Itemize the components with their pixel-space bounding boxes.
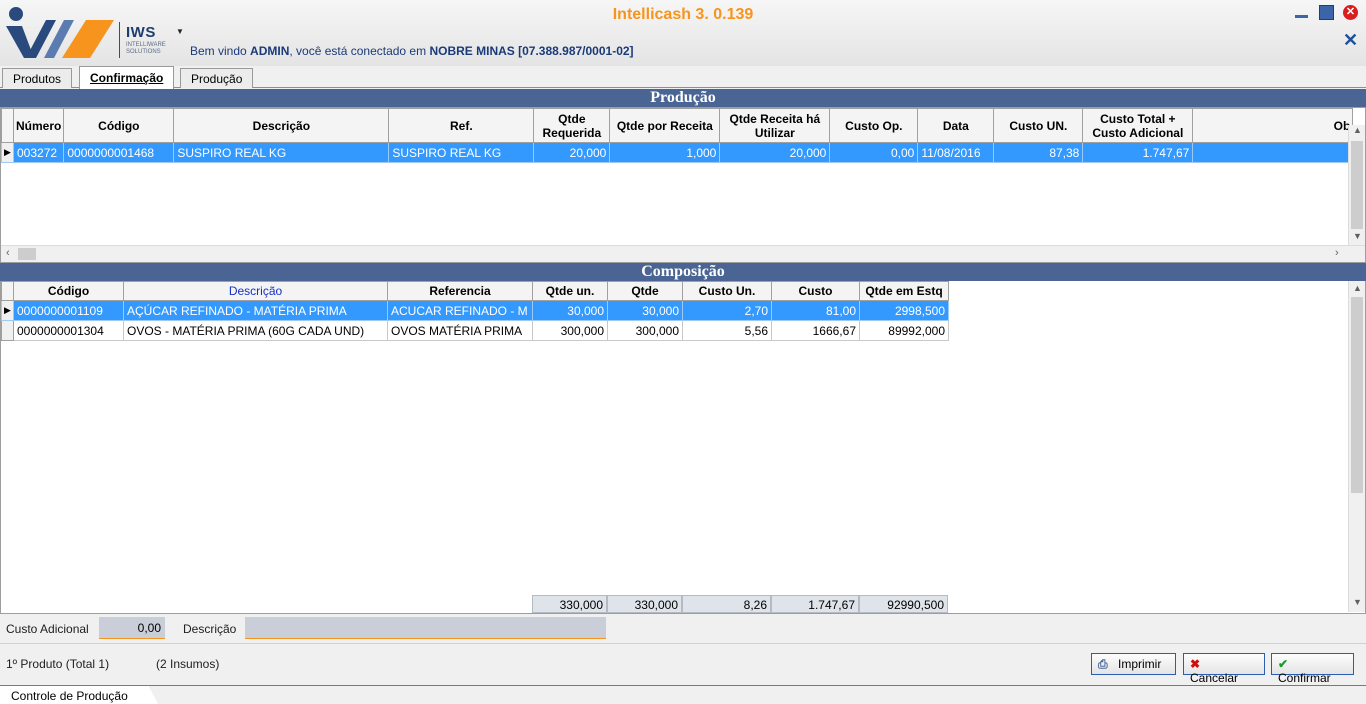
scroll-thumb[interactable] xyxy=(1351,141,1363,229)
confirmar-button[interactable]: ✔Confirmar xyxy=(1271,653,1354,685)
maximize-icon[interactable] xyxy=(1319,5,1334,20)
hscroll-thumb[interactable] xyxy=(18,248,36,260)
producao-vscroll[interactable]: ▲ ▼ xyxy=(1348,125,1365,245)
user-name: ADMIN xyxy=(250,44,290,58)
col-qtde-receita-utilizar[interactable]: Qtde Receita há Utilizar xyxy=(719,108,831,143)
table-row[interactable]: ▶ 003272 0000000001468 SUSPIRO REAL KG S… xyxy=(1,142,1354,163)
custo-adicional-label: Custo Adicional xyxy=(6,622,89,636)
insumos-count: (2 Insumos) xyxy=(156,657,220,671)
tab-producao[interactable]: Produção xyxy=(180,68,254,88)
bottom-divider xyxy=(0,685,1366,686)
composicao-vscroll[interactable]: ▲ ▼ xyxy=(1348,281,1365,612)
col-comp-custo[interactable]: Custo xyxy=(771,281,860,301)
logo-separator xyxy=(119,22,120,58)
cancel-x-icon: ✖ xyxy=(1190,657,1201,671)
custo-adicional-input[interactable]: 0,00 xyxy=(99,617,165,639)
scroll-down-icon[interactable]: ▼ xyxy=(1349,231,1365,241)
composicao-title: Composição xyxy=(0,263,1366,281)
composicao-grid: Código Descrição Referencia Qtde un. Qtd… xyxy=(0,281,1366,614)
imprimir-button[interactable]: ⎙ Imprimir xyxy=(1091,653,1176,675)
composicao-table: Código Descrição Referencia Qtde un. Qtd… xyxy=(1,281,949,341)
col-custo-un[interactable]: Custo UN. xyxy=(993,108,1084,143)
app-header: IWS INTELLIWARE SOLUTIONS ▼ Intellicash … xyxy=(0,0,1366,66)
col-comp-custo-un[interactable]: Custo Un. xyxy=(682,281,772,301)
descricao-input[interactable] xyxy=(245,617,606,639)
col-ob[interactable]: Ob xyxy=(1192,108,1354,143)
menu-dropdown-icon[interactable]: ▼ xyxy=(176,27,184,36)
minimize-icon[interactable] xyxy=(1294,5,1309,20)
cancelar-button[interactable]: ✖Cancelar xyxy=(1183,653,1265,685)
tab-confirmacao[interactable]: Confirmação xyxy=(79,66,175,89)
close-icon[interactable]: ✕ xyxy=(1343,5,1358,20)
total-qtde-un: 330,000 xyxy=(532,595,607,613)
total-custo: 1.747,67 xyxy=(771,595,859,613)
tab-controle-producao[interactable]: Controle de Produção xyxy=(0,685,158,704)
scroll-thumb[interactable] xyxy=(1351,297,1363,493)
close-document-icon[interactable]: ✕ xyxy=(1343,30,1358,51)
col-ref[interactable]: Ref. xyxy=(388,108,535,143)
scroll-left-icon[interactable]: ‹ xyxy=(6,247,10,259)
col-comp-referencia[interactable]: Referencia xyxy=(387,281,533,301)
table-row[interactable]: 0000000001304 OVOS - MATÉRIA PRIMA (60G … xyxy=(1,320,949,341)
check-icon: ✔ xyxy=(1278,657,1289,671)
welcome-message: Bem vindo ADMIN, você está conectado em … xyxy=(190,44,634,58)
descricao-label: Descrição xyxy=(183,622,237,636)
row-indicator-header xyxy=(1,108,14,143)
row-pointer-icon: ▶ xyxy=(1,142,14,163)
producao-grid: Número Código Descrição Ref. Qtde Requer… xyxy=(0,107,1366,263)
producao-table: Número Código Descrição Ref. Qtde Requer… xyxy=(1,108,1354,163)
col-comp-codigo[interactable]: Código xyxy=(13,281,124,301)
app-title: Intellicash 3. 0.139 xyxy=(612,6,754,23)
total-qtde: 330,000 xyxy=(607,595,682,613)
col-custo-op[interactable]: Custo Op. xyxy=(829,108,919,143)
scroll-right-icon[interactable]: › xyxy=(1335,247,1339,259)
table-row[interactable]: ▶ 0000000001109 AÇÚCAR REFINADO - MATÉRI… xyxy=(1,300,949,321)
logo-text: IWS xyxy=(126,24,156,41)
total-custo-un: 8,26 xyxy=(682,595,771,613)
tab-produtos[interactable]: Produtos xyxy=(2,68,73,88)
produto-count: 1º Produto (Total 1) xyxy=(6,657,110,671)
total-qtde-estq: 92990,500 xyxy=(859,595,948,613)
col-comp-qtde-estq[interactable]: Qtde em Estq xyxy=(859,281,949,301)
col-codigo[interactable]: Código xyxy=(63,108,175,143)
col-comp-descricao[interactable]: Descrição xyxy=(123,281,388,301)
printer-icon: ⎙ xyxy=(1098,657,1108,671)
scroll-up-icon[interactable]: ▲ xyxy=(1349,283,1365,293)
col-custo-total[interactable]: Custo Total + Custo Adicional xyxy=(1082,108,1194,143)
col-qtde-por-receita[interactable]: Qtde por Receita xyxy=(609,108,721,143)
scroll-down-icon[interactable]: ▼ xyxy=(1349,597,1365,607)
logo-subtitle: INTELLIWARE SOLUTIONS xyxy=(126,42,166,55)
col-comp-qtde[interactable]: Qtde xyxy=(607,281,683,301)
col-descricao[interactable]: Descrição xyxy=(173,108,390,143)
row-pointer-icon: ▶ xyxy=(1,300,14,321)
col-qtde-requerida[interactable]: Qtde Requerida xyxy=(533,108,611,143)
producao-hscroll[interactable]: ‹ › xyxy=(1,245,1365,262)
col-data[interactable]: Data xyxy=(917,108,995,143)
tab-strip: Produtos Confirmação Produção xyxy=(0,66,1366,89)
col-numero[interactable]: Número xyxy=(12,108,65,143)
col-comp-qtde-un[interactable]: Qtde un. xyxy=(532,281,608,301)
company-name: NOBRE MINAS [07.388.987/0001-02] xyxy=(429,44,634,58)
scroll-up-icon[interactable]: ▲ xyxy=(1349,125,1365,135)
producao-title: Produção xyxy=(0,89,1366,107)
row-indicator-header xyxy=(1,281,14,301)
